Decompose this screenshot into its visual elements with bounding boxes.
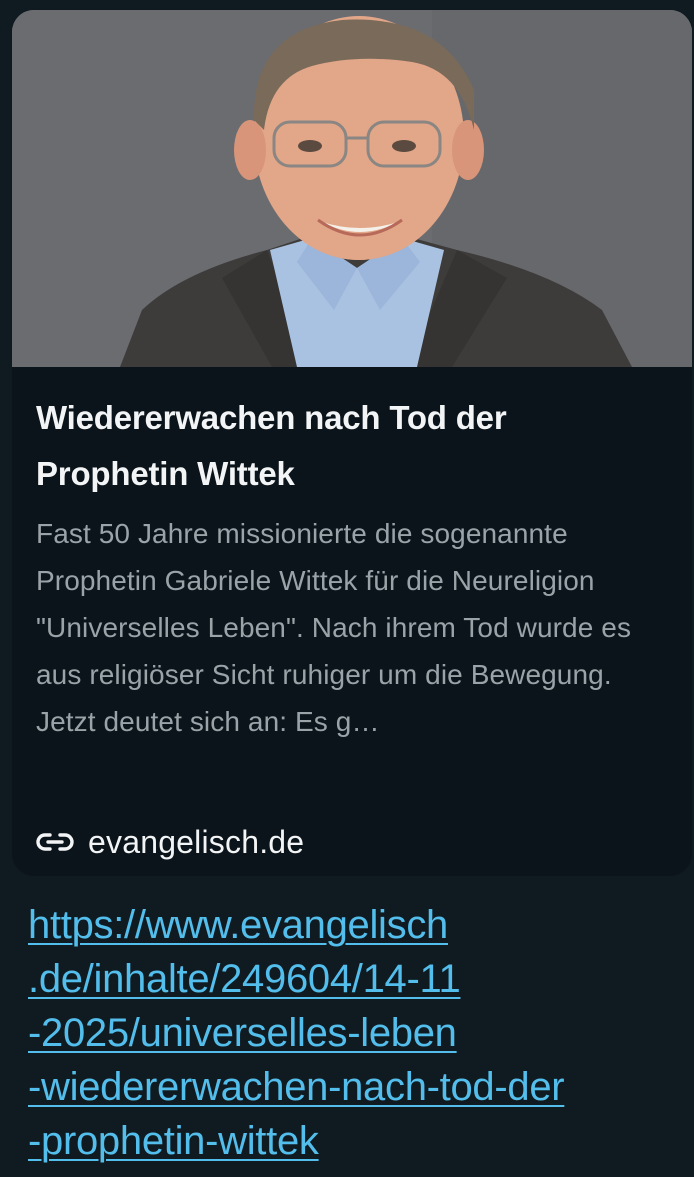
url-line: https://www.evangelisch <box>28 903 448 947</box>
link-icon <box>36 833 74 851</box>
chat-screen: Wiedererwachen nach Tod der Prophetin Wi… <box>0 0 694 1177</box>
url-line: -2025/universelles-leben <box>28 1011 457 1055</box>
preview-image[interactable] <box>12 10 692 367</box>
url-line: .de/inhalte/249604/14-11 <box>28 957 461 1001</box>
message-url-link[interactable]: https://www.evangelisch .de/inhalte/2496… <box>28 898 668 1168</box>
preview-description: Fast 50 Jahre missionierte die sogenannt… <box>36 518 632 737</box>
preview-domain-label: evangelisch.de <box>88 823 305 860</box>
preview-title[interactable]: Wiedererwachen nach Tod der Prophetin Wi… <box>36 390 666 502</box>
link-preview-card[interactable]: Wiedererwachen nach Tod der Prophetin Wi… <box>12 10 692 876</box>
url-line: -prophetin-wittek <box>28 1119 319 1163</box>
portrait-photo <box>12 10 692 367</box>
url-line: -wiedererwachen-nach-tod-der <box>28 1065 565 1109</box>
preview-domain: evangelisch.de <box>36 818 304 866</box>
